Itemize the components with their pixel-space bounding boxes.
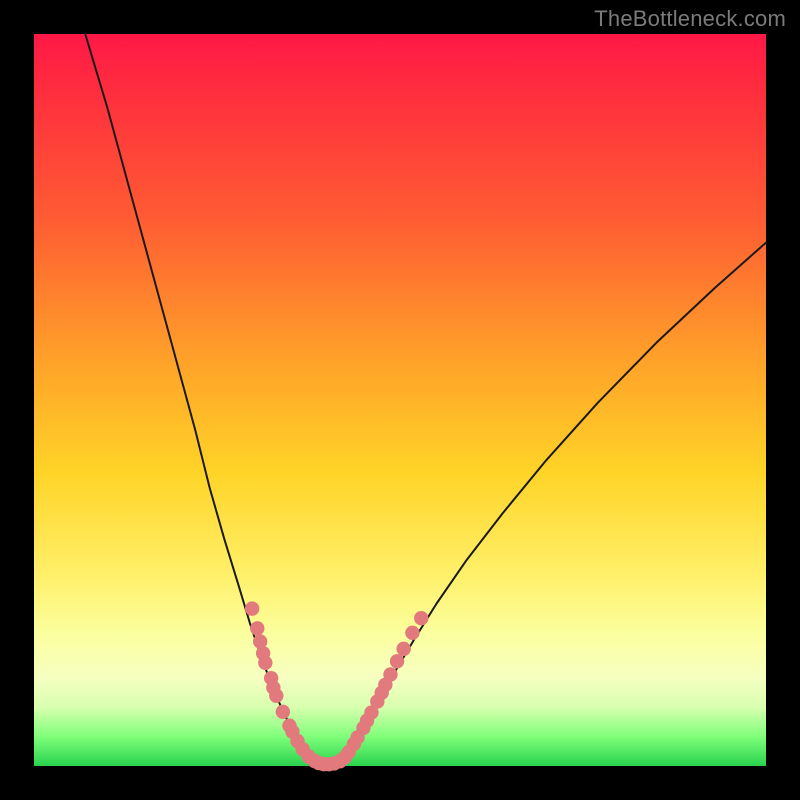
dot-marker (269, 689, 283, 703)
curve-lines (85, 34, 766, 765)
dot-marker (405, 626, 419, 640)
dot-marker (276, 705, 290, 719)
dot-markers (245, 601, 428, 771)
chart-svg (34, 34, 766, 766)
dot-marker (390, 654, 404, 668)
dot-marker (245, 601, 259, 615)
dot-marker (250, 621, 264, 635)
plot-area (34, 34, 766, 766)
dot-marker (414, 611, 428, 625)
dot-marker (383, 667, 397, 681)
chart-frame: TheBottleneck.com (0, 0, 800, 800)
dot-marker (258, 656, 272, 670)
series-curve-left (85, 34, 314, 763)
series-curve-right (339, 243, 766, 763)
watermark-text: TheBottleneck.com (594, 6, 786, 32)
dot-marker (396, 642, 410, 656)
